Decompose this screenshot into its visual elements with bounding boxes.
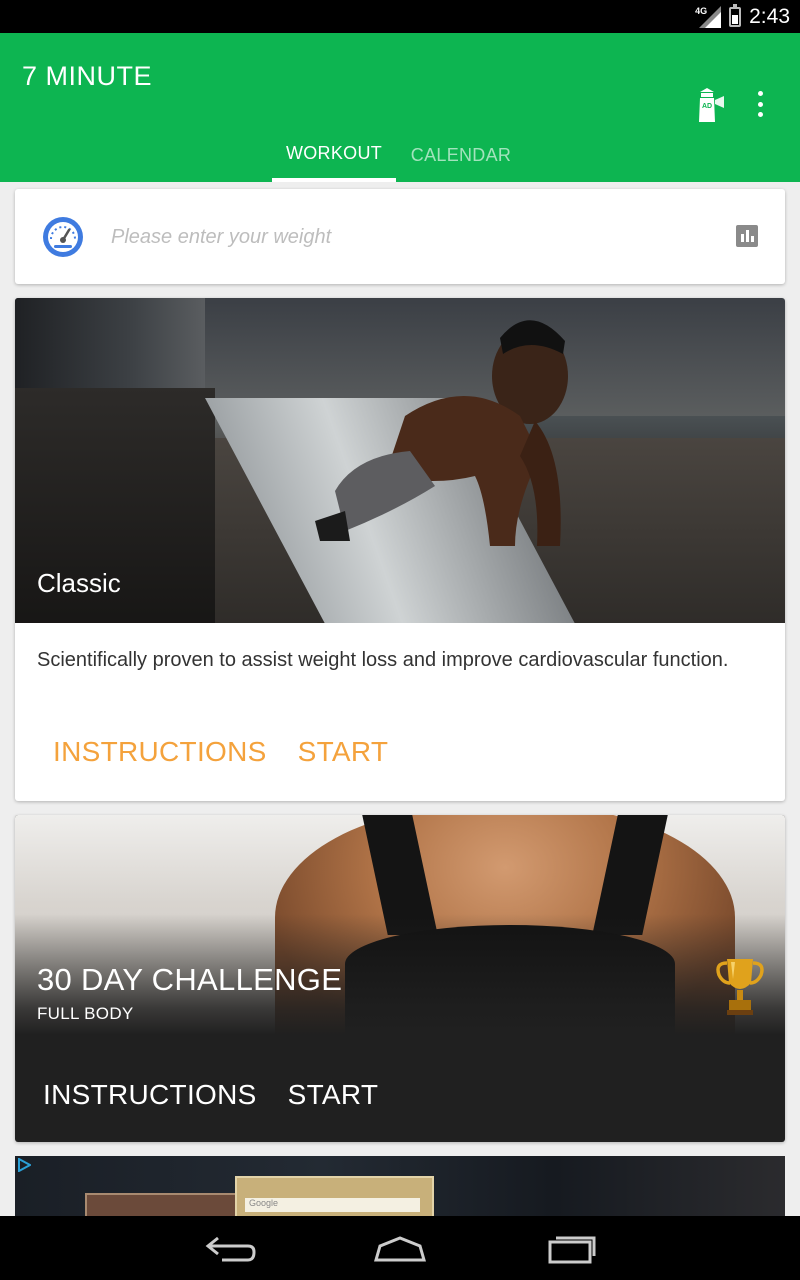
challenge-workout-card: 30 DAY CHALLENGE FULL BODY INSTRUCTIONS … <box>15 815 785 1142</box>
battery-icon <box>729 3 742 27</box>
classic-title: Classic <box>37 568 121 598</box>
challenge-instructions-button[interactable]: INSTRUCTIONS <box>43 1079 257 1111</box>
classic-start-button[interactable]: START <box>298 736 389 768</box>
back-icon[interactable] <box>200 1230 260 1266</box>
tab-bar: WORKOUT CALENDAR <box>272 128 526 182</box>
app-title: 7 MINUTE <box>22 61 153 91</box>
classic-description: Scientifically proven to assist weight l… <box>37 649 729 671</box>
classic-instructions-button[interactable]: INSTRUCTIONS <box>53 736 267 768</box>
status-icons: 4G 2:43 <box>695 0 790 33</box>
home-icon[interactable] <box>370 1230 430 1266</box>
classic-actions: INSTRUCTIONS START <box>53 736 388 768</box>
ad-search-bar: Google <box>245 1198 420 1212</box>
overflow-menu-icon[interactable] <box>752 91 768 117</box>
challenge-start-button[interactable]: START <box>288 1079 379 1111</box>
weight-input[interactable] <box>111 217 671 257</box>
ad-banner[interactable]: Google <box>15 1156 785 1216</box>
ad-choices-icon[interactable] <box>17 1158 31 1172</box>
ad-lighthouse-icon[interactable]: AD <box>694 88 724 122</box>
weight-gauge-icon <box>42 216 84 258</box>
trophy-icon <box>715 955 765 1017</box>
challenge-subtitle: FULL BODY <box>37 1004 134 1023</box>
challenge-actions: INSTRUCTIONS START <box>43 1079 378 1111</box>
tab-workout[interactable]: WORKOUT <box>272 128 396 182</box>
app-bar: 7 MINUTE AD WORKOUT CALENDAR <box>0 33 800 182</box>
bar-chart-icon[interactable] <box>736 225 758 247</box>
challenge-hero-image[interactable] <box>15 815 785 1035</box>
ad-screenshot-center: Google <box>235 1176 434 1216</box>
classic-hero-image[interactable] <box>15 298 785 623</box>
status-bar: 4G 2:43 <box>0 0 800 33</box>
challenge-title: 30 DAY CHALLENGE <box>37 962 343 997</box>
ad-screenshot-left <box>85 1193 239 1216</box>
weight-card <box>15 189 785 284</box>
svg-text:AD: AD <box>702 103 712 110</box>
pushup-man-illustration <box>315 320 568 546</box>
recents-icon[interactable] <box>540 1230 600 1266</box>
classic-workout-card: Classic Scientifically proven to assist … <box>15 298 785 801</box>
tab-calendar[interactable]: CALENDAR <box>396 128 526 182</box>
navigation-bar <box>0 1216 800 1280</box>
signal-icon: 4G <box>695 5 722 28</box>
status-time: 2:43 <box>749 4 790 28</box>
